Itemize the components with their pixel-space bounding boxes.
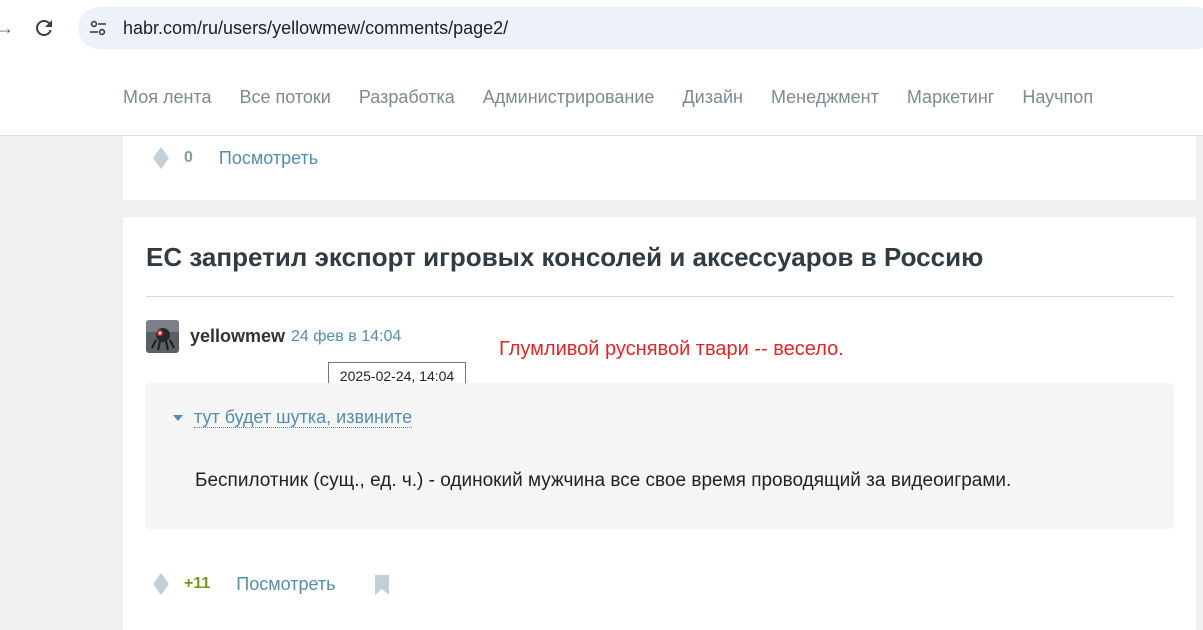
spoiler-text: Беспилотник (сущ., ед. ч.) - одинокий му… [195,470,1012,491]
bookmark-icon[interactable] [374,574,390,596]
reload-icon[interactable] [32,16,56,40]
nav-item-management[interactable]: Менеджмент [771,86,879,108]
vote-icon[interactable] [152,146,170,170]
vote-count: +11 [184,575,211,592]
chevron-down-icon [173,414,183,421]
view-link[interactable]: Посмотреть [236,574,335,595]
article-title[interactable]: ЕС запретил экспорт игровых консолей и а… [146,241,983,273]
red-annotation: Глумливой руснявой твари -- весело. [499,338,844,360]
spoiler-title[interactable]: тут будет шутка, извините [194,407,413,428]
nav-item-development[interactable]: Разработка [359,86,455,108]
browser-toolbar: → habr.com/ru/users/yellowmew/comments/p… [0,0,1203,57]
site-navigation: Моя лента Все потоки Разработка Админист… [0,57,1203,136]
forward-icon[interactable]: → [0,16,14,40]
vote-count: 0 [184,149,193,166]
site-info-icon[interactable] [88,18,108,38]
comment-card: ЕС запретил экспорт игровых консолей и а… [123,217,1196,630]
nav-item-all-streams[interactable]: Все потоки [239,86,330,108]
previous-comment-card: 0 Посмотреть [123,136,1196,200]
comment-vote-row: +11 Посмотреть [152,572,336,596]
author-name[interactable]: yellowmew [190,326,285,347]
view-link[interactable]: Посмотреть [219,148,318,169]
divider [146,296,1174,297]
nav-item-design[interactable]: Дизайн [682,86,743,108]
spoiler-toggle[interactable]: тут будет шутка, извините [173,407,413,428]
vote-icon[interactable] [152,572,170,596]
comment-time[interactable]: 24 фев в 14:04 [291,328,401,346]
nav-item-my-feed[interactable]: Моя лента [123,86,211,108]
nav-item-popsci[interactable]: Научпоп [1022,86,1093,108]
address-bar[interactable]: habr.com/ru/users/yellowmew/comments/pag… [78,7,1203,49]
url-text[interactable]: habr.com/ru/users/yellowmew/comments/pag… [123,18,508,38]
nav-item-marketing[interactable]: Маркетинг [907,86,995,108]
nav-list: Моя лента Все потоки Разработка Админист… [123,86,1093,108]
spoiler-block: тут будет шутка, извините Беспилотник (с… [145,383,1174,529]
previous-vote-row: 0 Посмотреть [152,146,318,170]
avatar[interactable] [146,320,179,353]
nav-item-administration[interactable]: Администрирование [483,86,655,108]
